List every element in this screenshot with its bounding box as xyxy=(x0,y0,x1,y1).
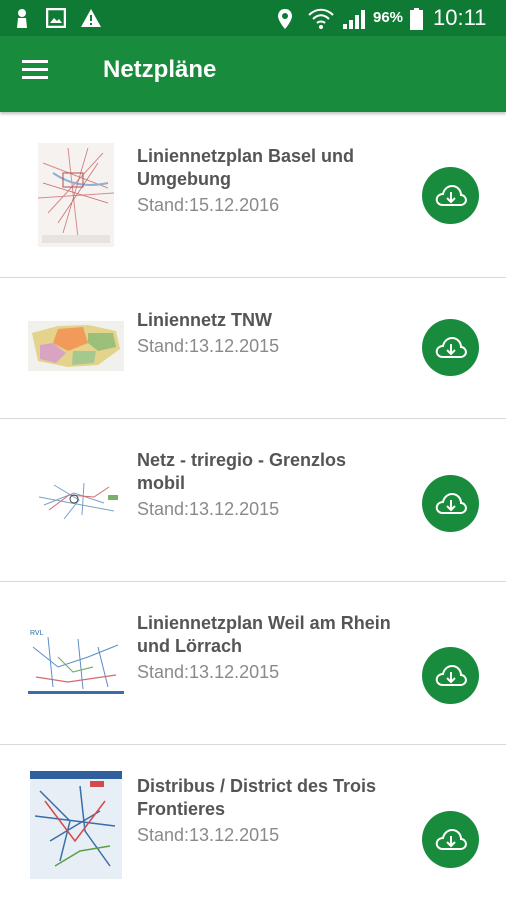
plan-date: Stand:15.12.2016 xyxy=(137,195,280,215)
signal-icon xyxy=(343,10,365,29)
plan-date: Stand:13.12.2015 xyxy=(137,336,280,356)
cloud-download-icon xyxy=(435,336,467,358)
download-button[interactable] xyxy=(422,319,479,376)
plan-date: Stand:13.12.2015 xyxy=(137,662,280,682)
plan-title: Netz - triregio - Grenzlos mobil xyxy=(137,450,347,493)
plan-thumbnail-distribus xyxy=(30,771,122,879)
hamburger-menu-icon[interactable] xyxy=(22,60,54,88)
download-button[interactable] xyxy=(422,811,479,868)
status-bar: 96% 10:11 xyxy=(0,0,506,36)
list-item[interactable]: Liniennetzplan Basel und Umgebung Stand:… xyxy=(0,113,506,278)
clock: 10:11 xyxy=(433,5,487,30)
list-item[interactable]: Distribus / District des Trois Frontiere… xyxy=(0,745,506,905)
plan-thumbnail-triregio xyxy=(34,475,120,525)
plan-title: Liniennetzplan Basel und Umgebung xyxy=(137,146,355,189)
wifi-icon xyxy=(308,8,334,29)
battery-icon xyxy=(410,8,423,30)
list-item[interactable]: Liniennetz TNW Stand:13.12.2015 xyxy=(0,278,506,419)
plan-thumbnail-basel xyxy=(38,143,114,247)
download-button[interactable] xyxy=(422,475,479,532)
notification-person-icon xyxy=(17,9,27,28)
download-button[interactable] xyxy=(422,647,479,704)
cloud-download-icon xyxy=(435,664,467,686)
plan-title: Liniennetz TNW xyxy=(137,310,272,330)
plan-date: Stand:13.12.2015 xyxy=(137,825,280,845)
plan-title: Distribus / District des Trois Frontiere… xyxy=(137,776,377,819)
plan-title: Liniennetzplan Weil am Rhein und Lörrach xyxy=(137,613,391,656)
location-icon xyxy=(278,9,292,29)
warning-icon xyxy=(81,9,101,27)
list-item[interactable]: Netz - triregio - Grenzlos mobil Stand:1… xyxy=(0,419,506,582)
plan-thumbnail-tnw xyxy=(28,321,124,371)
download-button[interactable] xyxy=(422,167,479,224)
plan-date: Stand:13.12.2015 xyxy=(137,499,280,519)
list-item[interactable]: RVL Liniennetzplan Weil am Rhein und Lör… xyxy=(0,582,506,745)
svg-text:RVL: RVL xyxy=(30,630,44,637)
app-bar: Netzpläne xyxy=(0,36,506,112)
cloud-download-icon xyxy=(435,492,467,514)
plan-thumbnail-weil-loerrach: RVL xyxy=(28,627,124,697)
page-title: Netzpläne xyxy=(103,56,217,83)
image-icon xyxy=(46,8,66,28)
cloud-download-icon xyxy=(435,828,467,850)
cloud-download-icon xyxy=(435,184,467,206)
battery-percent: 96% xyxy=(373,9,404,26)
